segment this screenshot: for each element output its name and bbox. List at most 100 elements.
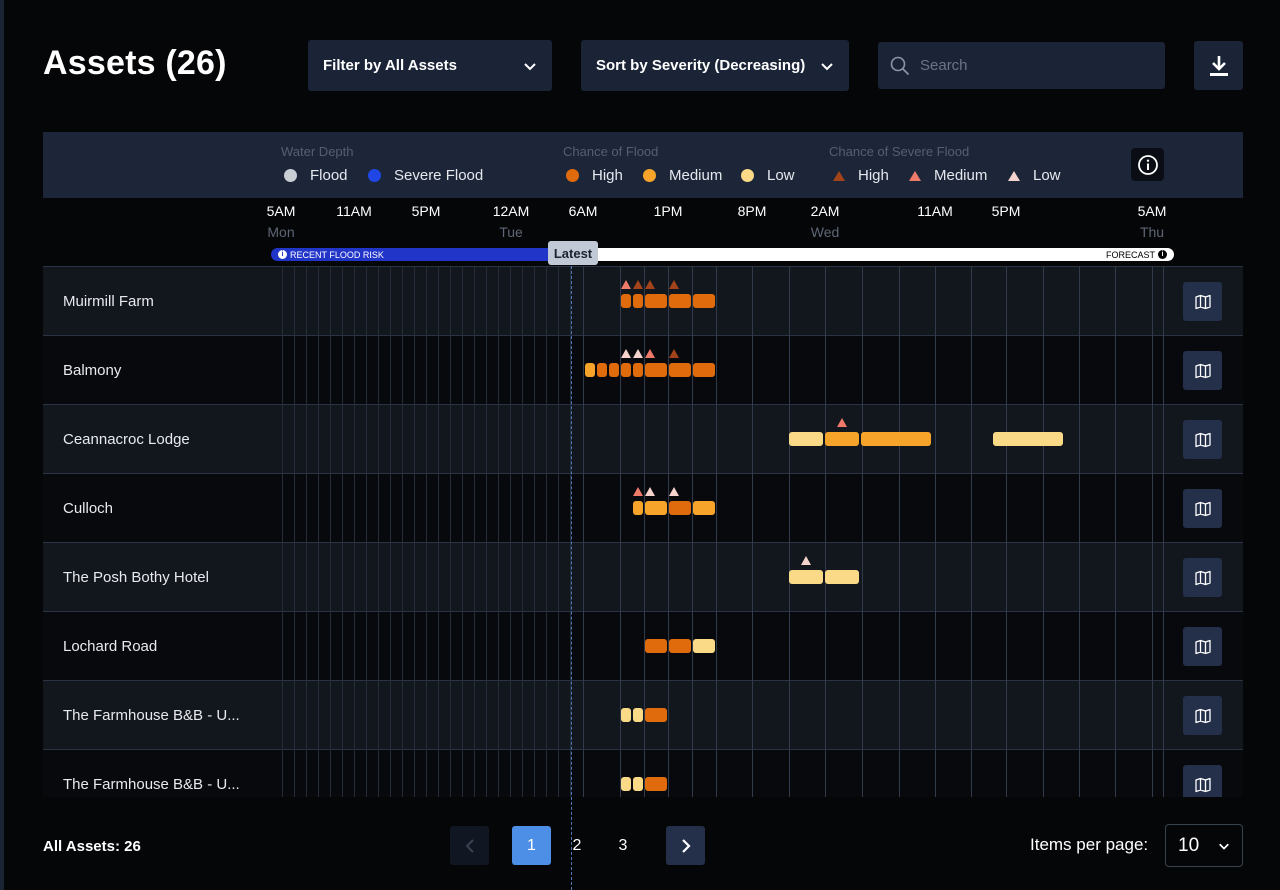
grid-line — [752, 267, 753, 797]
severe-flood-marker[interactable] — [633, 280, 643, 289]
flood-chance-pill[interactable] — [669, 363, 691, 377]
asset-name: The Farmhouse B&B - U... — [63, 707, 240, 724]
flood-chance-pill[interactable] — [669, 639, 691, 653]
flood-chance-pill[interactable] — [645, 501, 667, 515]
grid-line — [534, 267, 535, 797]
flood-chance-pill[interactable] — [621, 708, 631, 722]
view-map-button[interactable] — [1183, 765, 1222, 797]
page-3-button[interactable]: 3 — [611, 826, 635, 865]
flood-chance-pill[interactable] — [645, 363, 667, 377]
flood-chance-pill[interactable] — [585, 363, 595, 377]
view-map-button[interactable] — [1183, 627, 1222, 666]
flood-chance-pill[interactable] — [645, 777, 667, 791]
flood-chance-pill[interactable] — [789, 432, 823, 446]
grid-line — [402, 267, 403, 797]
flood-chance-pill[interactable] — [645, 294, 667, 308]
legend-flood-medium: Medium — [643, 167, 722, 184]
severe-medium-triangle-icon — [909, 170, 921, 181]
severe-flood-marker[interactable] — [633, 487, 643, 496]
view-map-button[interactable] — [1183, 696, 1222, 735]
severe-flood-marker[interactable] — [633, 349, 643, 358]
search-box[interactable] — [878, 42, 1165, 89]
flood-chance-pill[interactable] — [633, 708, 643, 722]
info-icon: i — [1158, 250, 1167, 259]
download-button[interactable] — [1194, 41, 1243, 90]
items-per-page-select[interactable]: 10 — [1165, 824, 1243, 867]
time-label: 11AM — [336, 203, 372, 219]
grid-line — [668, 267, 669, 797]
severe-flood-marker[interactable] — [621, 280, 631, 289]
legend-bar: Water Depth Flood Severe Flood Chance of… — [43, 132, 1243, 198]
grid-line — [462, 267, 463, 797]
asset-row[interactable]: The Farmhouse B&B - U... — [43, 750, 1243, 797]
severe-flood-marker[interactable] — [645, 349, 655, 358]
severe-flood-marker[interactable] — [837, 418, 847, 427]
next-page-button[interactable] — [666, 826, 705, 865]
legend-severe-flood-label: Severe Flood — [394, 167, 484, 184]
flood-chance-pill[interactable] — [621, 363, 631, 377]
time-label: 5PM — [991, 203, 1021, 219]
asset-row[interactable]: Culloch — [43, 474, 1243, 543]
severe-flood-marker[interactable] — [645, 280, 655, 289]
severe-flood-marker[interactable] — [669, 487, 679, 496]
asset-row[interactable]: The Farmhouse B&B - U... — [43, 681, 1243, 750]
view-map-button[interactable] — [1183, 351, 1222, 390]
flood-chance-pill[interactable] — [633, 294, 643, 308]
flood-chance-pill[interactable] — [789, 570, 823, 584]
asset-row[interactable]: The Posh Bothy Hotel — [43, 543, 1243, 612]
flood-chance-pill[interactable] — [825, 432, 859, 446]
severe-flood-marker[interactable] — [645, 487, 655, 496]
filter-dropdown[interactable]: Filter by All Assets — [308, 40, 552, 91]
view-map-button[interactable] — [1183, 558, 1222, 597]
grid-line — [510, 267, 511, 797]
flood-chance-pill[interactable] — [609, 363, 619, 377]
search-icon — [890, 56, 910, 75]
asset-row[interactable]: Ceannacroc Lodge — [43, 405, 1243, 474]
grid-line — [558, 267, 559, 797]
sort-dropdown[interactable]: Sort by Severity (Decreasing) — [581, 40, 849, 91]
grid-line — [318, 267, 319, 797]
flood-chance-pill[interactable] — [669, 294, 691, 308]
asset-timeline-grid: Muirmill Farm Balmony Ceannacroc Lodge Cull… — [43, 266, 1243, 797]
asset-name: Lochard Road — [63, 638, 158, 655]
flood-chance-pill[interactable] — [597, 363, 607, 377]
flood-chance-pill[interactable] — [633, 501, 643, 515]
flood-chance-pill[interactable] — [693, 501, 715, 515]
flood-chance-pill[interactable] — [669, 501, 691, 515]
severe-flood-marker[interactable] — [621, 349, 631, 358]
severe-flood-dot-icon — [368, 169, 381, 182]
severe-flood-marker[interactable] — [669, 349, 679, 358]
info-button[interactable] — [1131, 148, 1164, 181]
previous-page-button[interactable] — [450, 826, 489, 865]
asset-row[interactable]: Muirmill Farm — [43, 267, 1243, 336]
flood-chance-pill[interactable] — [693, 363, 715, 377]
severe-flood-marker[interactable] — [801, 556, 811, 565]
flood-chance-pill[interactable] — [645, 708, 667, 722]
flood-chance-pill[interactable] — [621, 777, 631, 791]
flood-chance-pill[interactable] — [621, 294, 631, 308]
asset-row[interactable]: Lochard Road — [43, 612, 1243, 681]
flood-chance-pill[interactable] — [825, 570, 859, 584]
flood-chance-pill[interactable] — [993, 432, 1063, 446]
flood-chance-pill[interactable] — [693, 639, 715, 653]
flood-chance-pill[interactable] — [645, 639, 667, 653]
asset-row[interactable]: Balmony — [43, 336, 1243, 405]
flood-chance-pill[interactable] — [693, 294, 715, 308]
grid-line — [294, 267, 295, 797]
grid-line — [1079, 267, 1080, 797]
flood-chance-pill[interactable] — [633, 777, 643, 791]
view-map-button[interactable] — [1183, 420, 1222, 459]
flood-chance-pill[interactable] — [861, 432, 931, 446]
grid-line — [522, 267, 523, 797]
page-1-button[interactable]: 1 — [512, 826, 551, 865]
grid-line — [825, 267, 826, 797]
flood-chance-pill[interactable] — [633, 363, 643, 377]
view-map-button[interactable] — [1183, 489, 1222, 528]
view-map-button[interactable] — [1183, 282, 1222, 321]
severe-flood-marker[interactable] — [669, 280, 679, 289]
map-icon — [1194, 570, 1211, 585]
grid-line — [450, 267, 451, 797]
info-icon: i — [278, 250, 287, 259]
search-input[interactable] — [920, 57, 1140, 74]
page-2-button[interactable]: 2 — [565, 826, 589, 865]
